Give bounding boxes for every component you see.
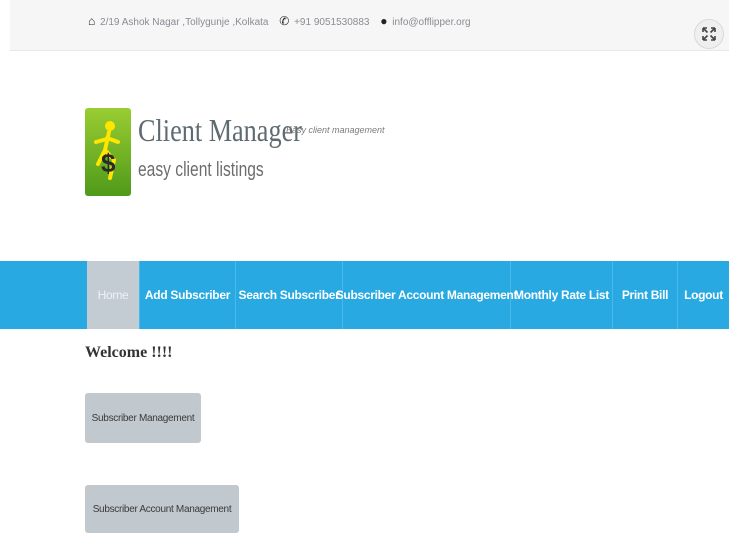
contact-info: ⌂ 2/19 Ashok Nagar ,Tollygunje ,Kolkata … [88, 14, 471, 28]
nav-logout[interactable]: Logout [678, 261, 729, 329]
top-contact-bar: ⌂ 2/19 Ashok Nagar ,Tollygunje ,Kolkata … [10, 0, 729, 51]
address-text: 2/19 Ashok Nagar ,Tollygunje ,Kolkata [100, 17, 269, 28]
expand-button[interactable] [694, 19, 724, 49]
phone-text: +91 9051530883 [294, 17, 370, 28]
nav-subscriber-account-management[interactable]: Subscriber Account Management [336, 261, 518, 329]
nav-home[interactable]: Home [87, 261, 140, 329]
svg-text:$: $ [101, 148, 116, 178]
map-pin-icon: ● [380, 14, 388, 28]
brand-logo[interactable]: $ [85, 108, 131, 196]
nav-monthly-rate-list[interactable]: Monthly Rate List [511, 261, 613, 329]
brand-title: Client Manager [138, 112, 302, 148]
main-navbar: Home Add Subscriber Search Subscriber Su… [0, 261, 729, 329]
brand-tagline: Easy client management [286, 125, 385, 135]
nav-search-subscriber[interactable]: Search Subscriber [236, 261, 343, 329]
nav-add-subscriber[interactable]: Add Subscriber [140, 261, 236, 329]
phone-icon: ✆ [279, 14, 290, 28]
nav-print-bill[interactable]: Print Bill [613, 261, 678, 329]
running-dollar-icon: $ [94, 121, 120, 180]
expand-icon [702, 27, 716, 41]
welcome-heading: Welcome !!!! [85, 344, 173, 361]
subscriber-management-button[interactable]: Subscriber Management [85, 393, 201, 443]
subscriber-account-management-button[interactable]: Subscriber Account Management [85, 485, 239, 533]
home-icon: ⌂ [88, 14, 96, 28]
email-text[interactable]: info@offlipper.org [392, 17, 470, 28]
brand-subtitle: easy client listings [138, 159, 264, 181]
